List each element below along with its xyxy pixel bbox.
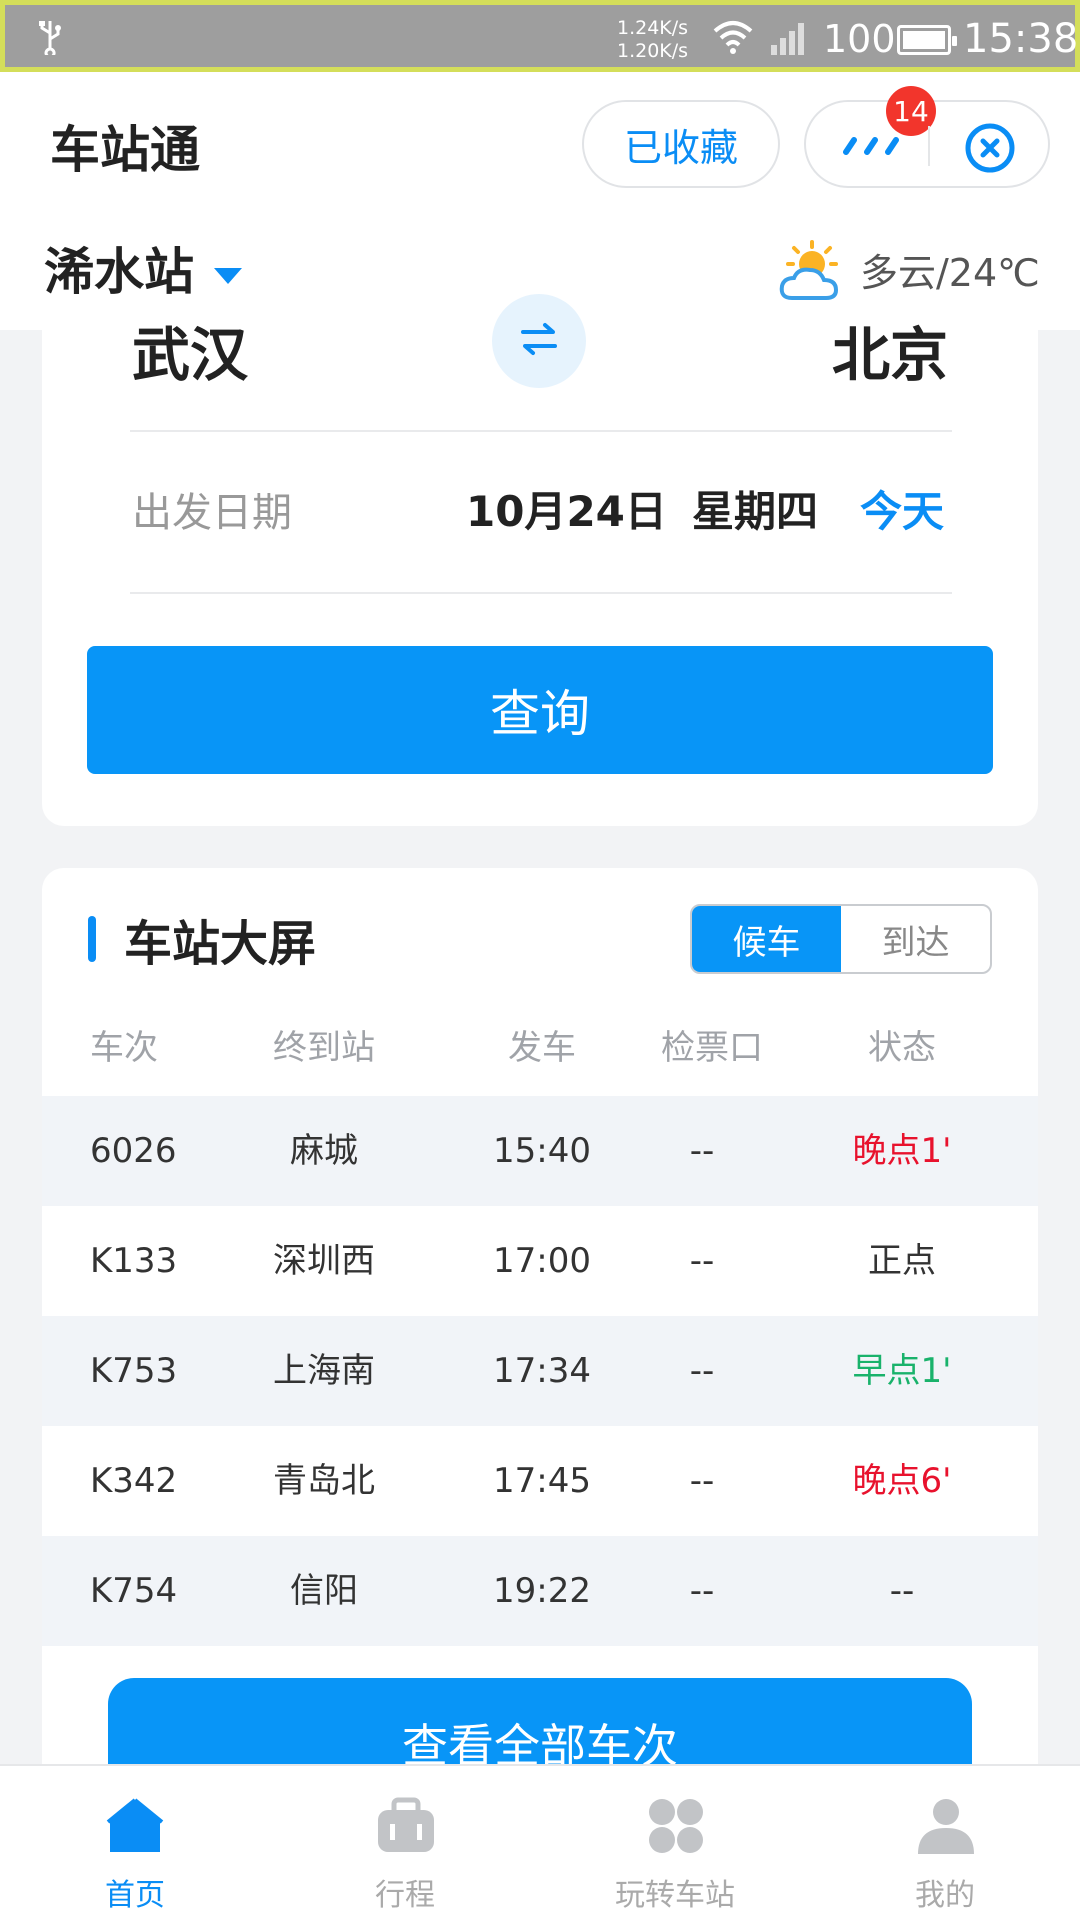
gate: -- xyxy=(689,1571,715,1611)
nav-explore-station[interactable]: 玩转车站 xyxy=(540,1766,810,1920)
close-icon[interactable] xyxy=(962,120,1018,180)
table-row[interactable]: 6026 麻城 15:40 -- 晚点1' xyxy=(42,1096,1038,1206)
capsule-divider xyxy=(928,126,930,166)
view-all-trains-button[interactable]: 查看全部车次 xyxy=(108,1678,972,1768)
divider xyxy=(130,430,952,432)
table-row[interactable]: K133 深圳西 17:00 -- 正点 xyxy=(42,1206,1038,1316)
nav-profile-label: 我的 xyxy=(915,1878,975,1913)
train-number: K754 xyxy=(90,1571,178,1611)
departure-time: 17:34 xyxy=(493,1351,591,1391)
query-button[interactable]: 查询 xyxy=(87,646,993,774)
signal-icon xyxy=(769,21,809,59)
section-title: 车站大屏 xyxy=(124,916,317,972)
section-accent-bar xyxy=(88,916,96,962)
favorites-button[interactable]: 已收藏 xyxy=(582,100,780,188)
weather-text: 多云/24℃ xyxy=(860,251,1040,295)
column-header-destination: 终到站 xyxy=(273,1028,375,1068)
table-row[interactable]: K754 信阳 19:22 -- -- xyxy=(42,1536,1038,1646)
tab-arrival[interactable]: 到达 xyxy=(841,906,990,972)
swap-stations-button[interactable] xyxy=(492,294,586,388)
station-selector[interactable]: 浠水站 xyxy=(44,232,194,304)
destination: 深圳西 xyxy=(273,1241,375,1281)
nav-home[interactable]: 首页 xyxy=(0,1766,270,1920)
to-city[interactable]: 北京 xyxy=(832,320,948,390)
nav-trips-label: 行程 xyxy=(375,1878,435,1913)
network-speed: 1.24K/s 1.20K/s xyxy=(617,17,688,63)
table-row[interactable]: K342 青岛北 17:45 -- 晚点6' xyxy=(42,1426,1038,1536)
status-text: 晚点6' xyxy=(852,1461,952,1501)
clock: 15:38 xyxy=(963,16,1079,62)
nav-home-label: 首页 xyxy=(105,1878,165,1913)
today-label[interactable]: 今天 xyxy=(860,478,944,539)
departure-time: 17:45 xyxy=(493,1461,591,1501)
header: 车站通 已收藏 14 浠水站 多云/24℃ xyxy=(0,72,1080,330)
divider xyxy=(130,592,952,594)
from-city[interactable]: 武汉 xyxy=(132,320,248,390)
destination: 上海南 xyxy=(273,1351,375,1391)
nav-trips[interactable]: 行程 xyxy=(270,1766,540,1920)
gate: -- xyxy=(689,1351,715,1391)
departure-time: 17:00 xyxy=(493,1241,591,1281)
status-text: 早点1' xyxy=(852,1351,952,1391)
station-screen-card: 车站大屏 候车 到达 车次 终到站 发车 检票口 状态 6026 麻城 15:4… xyxy=(42,868,1038,1768)
chevron-down-icon[interactable] xyxy=(214,268,242,284)
usb-icon xyxy=(37,19,63,59)
more-menu-icon[interactable] xyxy=(842,136,904,160)
column-header-train: 车次 xyxy=(90,1028,158,1068)
grid-icon xyxy=(646,1796,706,1860)
battery-icon xyxy=(897,25,957,55)
destination: 青岛北 xyxy=(273,1461,375,1501)
briefcase-icon xyxy=(376,1796,436,1858)
column-header-departure: 发车 xyxy=(508,1028,576,1068)
destination: 信阳 xyxy=(290,1571,358,1611)
screen-tab-switch: 候车 到达 xyxy=(690,904,992,974)
app-title: 车站通 xyxy=(50,121,200,179)
bottom-navigation: 首页 行程 玩转车站 我的 xyxy=(0,1764,1080,1920)
table-row[interactable]: K753 上海南 17:34 -- 早点1' xyxy=(42,1316,1038,1426)
date-label: 出发日期 xyxy=(132,490,292,536)
mini-program-capsule: 14 xyxy=(804,86,1050,188)
weekday[interactable]: 星期四 xyxy=(692,478,818,539)
destination: 麻城 xyxy=(290,1131,358,1171)
departure-date[interactable]: 10月24日 xyxy=(466,478,667,539)
net-down-text: 1.24K/s xyxy=(617,17,689,39)
status-text: 正点 xyxy=(868,1241,936,1281)
tab-waiting[interactable]: 候车 xyxy=(692,906,841,972)
departure-time: 19:22 xyxy=(493,1571,591,1611)
battery-level: 100 xyxy=(823,17,896,61)
column-header-status: 状态 xyxy=(868,1028,936,1068)
search-card: 武汉 北京 出发日期 10月24日 星期四 今天 查询 xyxy=(42,294,1038,826)
status-bar: 1.24K/s 1.20K/s 100 15:38 xyxy=(0,0,1080,72)
net-up-text: 1.20K/s xyxy=(617,40,689,62)
wifi-icon xyxy=(711,19,755,59)
weather-cloudy-icon xyxy=(778,240,846,308)
nav-explore-station-label: 玩转车站 xyxy=(615,1878,735,1913)
home-icon xyxy=(106,1796,164,1858)
gate: -- xyxy=(689,1131,715,1171)
gate: -- xyxy=(689,1461,715,1501)
status-text: -- xyxy=(889,1571,915,1611)
train-number: K753 xyxy=(90,1351,178,1391)
train-number: K133 xyxy=(90,1241,178,1281)
train-number: 6026 xyxy=(90,1131,177,1171)
departure-time: 15:40 xyxy=(493,1131,591,1171)
column-header-gate: 检票口 xyxy=(661,1028,763,1068)
user-icon xyxy=(916,1796,976,1860)
status-text: 晚点1' xyxy=(852,1131,952,1171)
nav-profile[interactable]: 我的 xyxy=(810,1766,1080,1920)
train-number: K342 xyxy=(90,1461,178,1501)
swap-icon xyxy=(519,319,559,363)
gate: -- xyxy=(689,1241,715,1281)
